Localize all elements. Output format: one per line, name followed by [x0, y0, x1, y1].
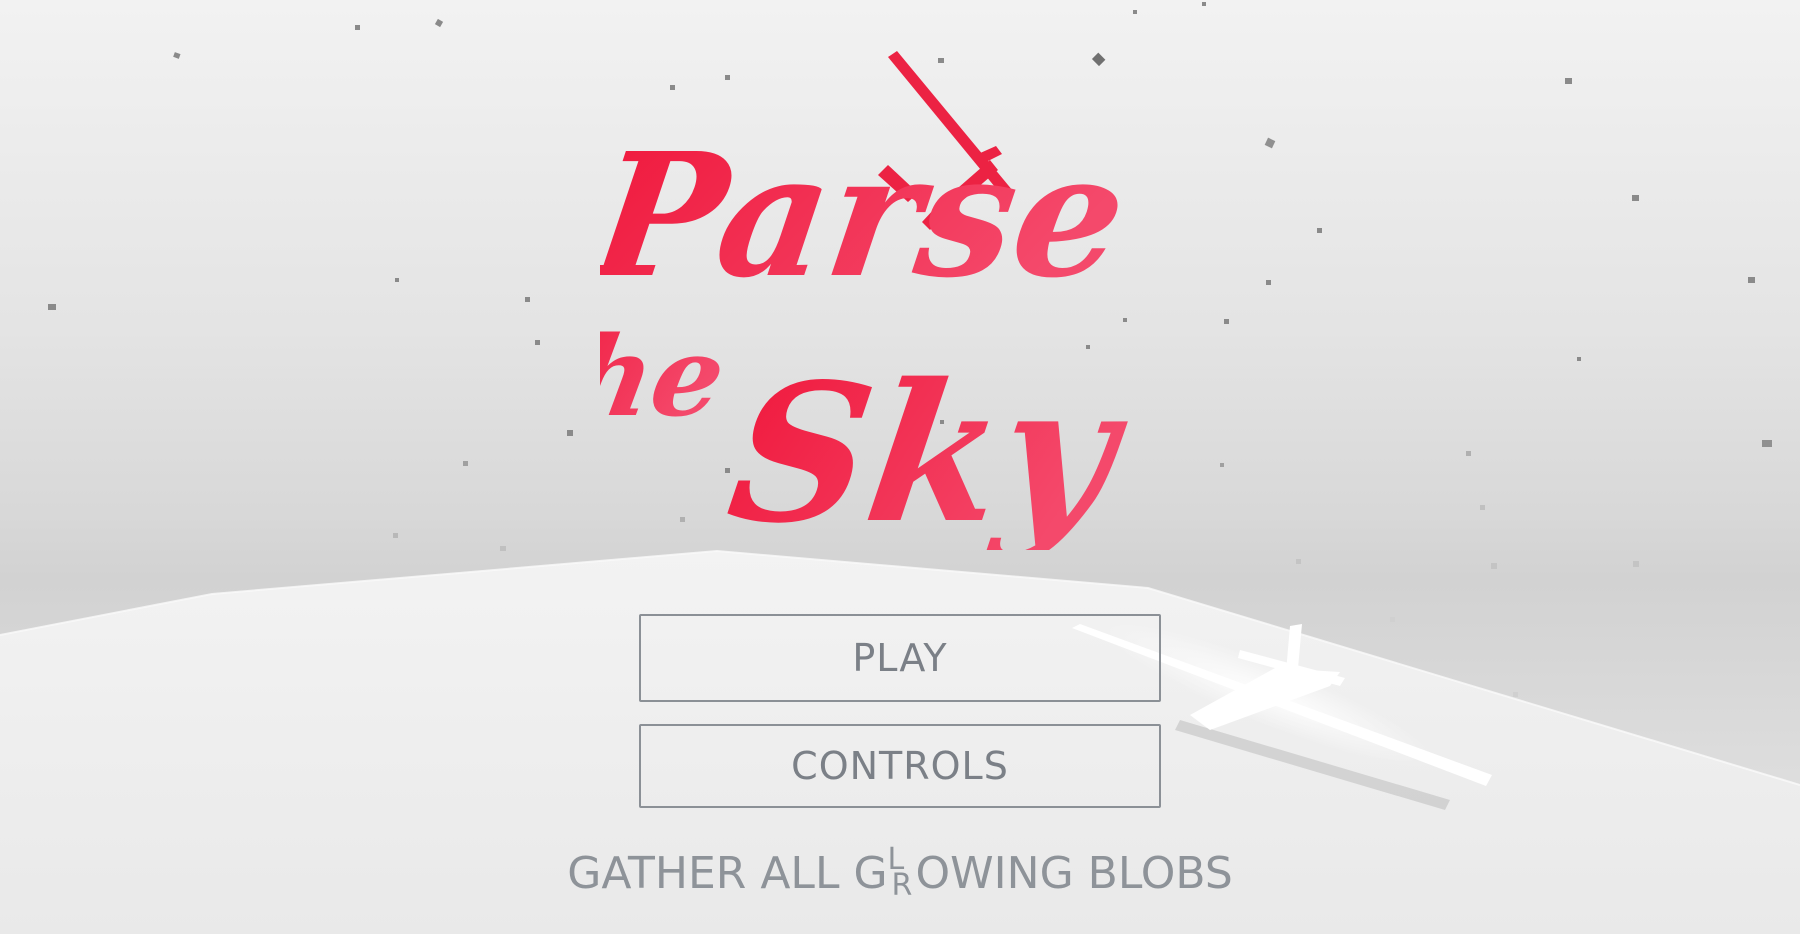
controls-button[interactable]: CONTROLS: [639, 724, 1161, 808]
title-text: Parse the Sky: [600, 117, 1139, 550]
play-button-label: PLAY: [852, 636, 948, 680]
game-scene: Parse the Sky PLAY CONTROLS GATHER ALL G…: [0, 0, 1800, 934]
title-word-parse: Parse: [600, 117, 1137, 316]
tagline-prefix: GATHER ALL G: [567, 848, 888, 899]
game-logo: Parse the Sky: [600, 51, 1139, 550]
play-button[interactable]: PLAY: [639, 614, 1161, 702]
tagline-suffix: OWING BLOBS: [915, 848, 1233, 899]
tagline-glitch-letter: LR: [888, 842, 916, 903]
tagline: GATHER ALL G L R OWING BLOBS: [0, 842, 1800, 903]
controls-button-label: CONTROLS: [791, 744, 1009, 788]
tagline-glitch-bottom: R: [891, 868, 913, 903]
title-word-the: the: [600, 313, 734, 442]
title-word-sky: Sky: [718, 343, 1140, 550]
